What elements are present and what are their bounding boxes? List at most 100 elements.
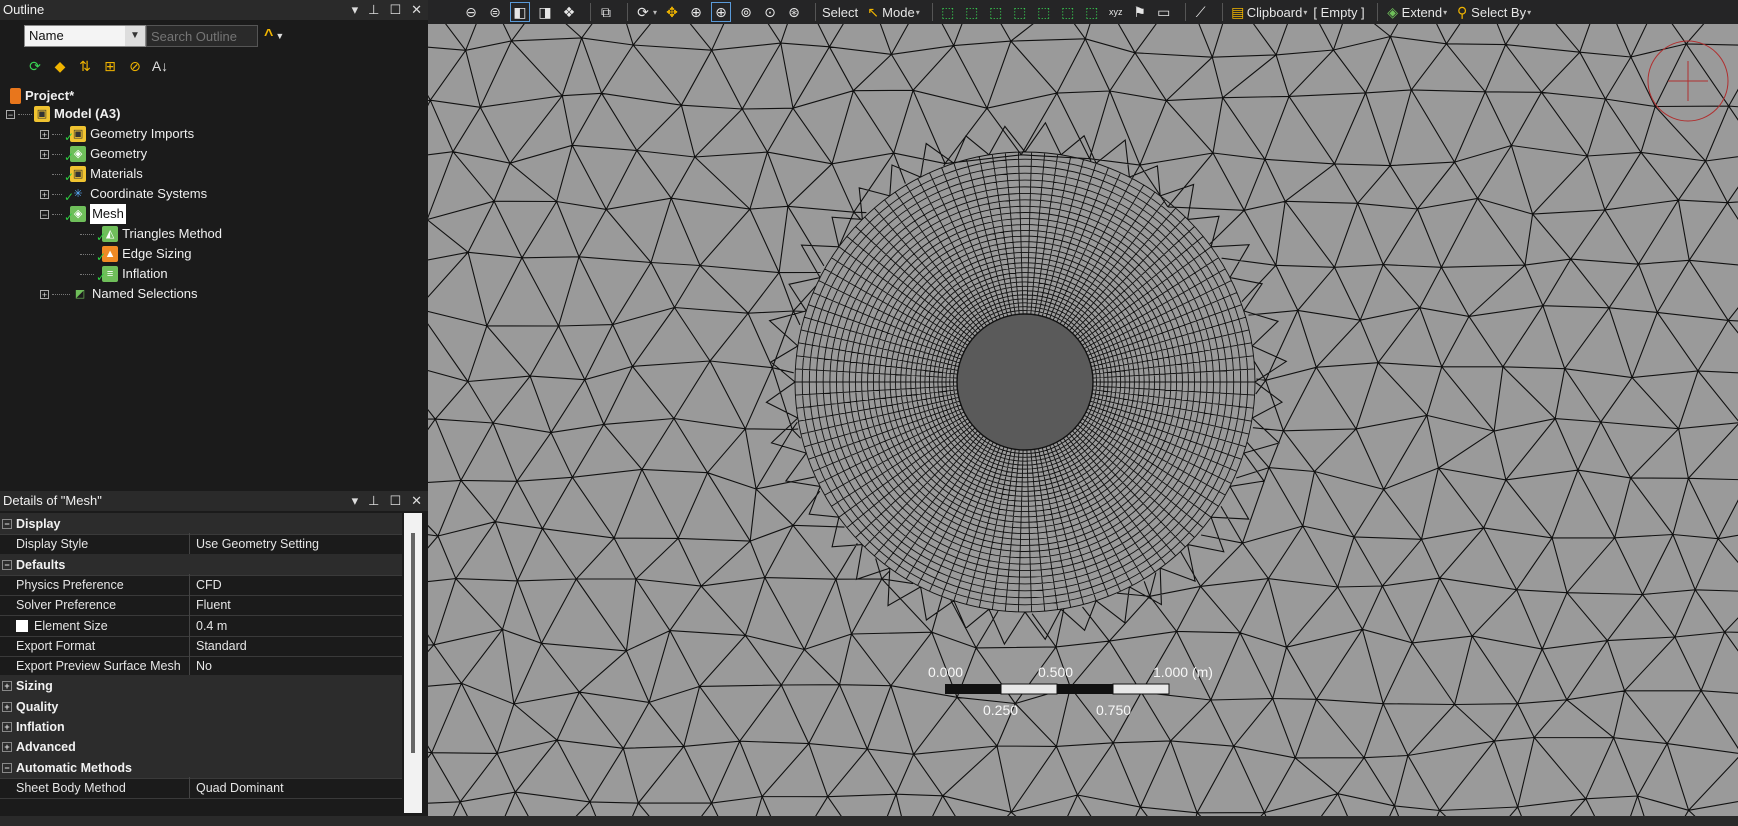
magnifier-icon[interactable]: ⊙ [761, 3, 779, 21]
tree-item-edge-sizing[interactable]: ✓ ▲ Edge Sizing [80, 244, 191, 264]
maximize-icon[interactable]: ☐ [389, 0, 401, 20]
triangle-mesh [428, 24, 1738, 816]
details-group-quality[interactable]: + Quality [0, 696, 402, 718]
comment-icon[interactable]: ▭ [1155, 3, 1173, 21]
expand-icon[interactable]: + [2, 742, 12, 752]
close-icon[interactable]: ✕ [411, 491, 422, 511]
select-face-icon[interactable]: ⬚ [987, 3, 1005, 21]
details-group-sizing[interactable]: + Sizing [0, 675, 402, 697]
zoom-to-fit-icon[interactable]: ⊚ [737, 3, 755, 21]
panel-menu-dropdown-icon[interactable]: ▾ [352, 491, 359, 511]
details-row-physics-preference[interactable]: Physics Preference CFD [0, 574, 402, 596]
expand-icon[interactable]: + [40, 149, 49, 159]
details-row-solver-preference[interactable]: Solver Preference Fluent [0, 594, 402, 616]
tree-item-named-selections[interactable]: + ◩ Named Selections [40, 284, 198, 304]
clipboard-button[interactable]: ▤ Clipboard ▾ [1229, 3, 1307, 21]
zoom-icon[interactable]: ⊕ [687, 3, 705, 21]
collapse-icon[interactable]: − [2, 560, 12, 570]
details-row-export-format[interactable]: Export Format Standard [0, 635, 402, 657]
search-outline-input[interactable] [146, 25, 258, 47]
select-vertex-icon[interactable]: ⬚ [939, 3, 957, 21]
collapse-icon[interactable]: − [2, 519, 12, 529]
coordinate-select-icon[interactable]: xyz [1107, 3, 1125, 21]
expand-icon[interactable]: + [2, 681, 12, 691]
box-zoom-icon[interactable]: ⊕ [711, 2, 732, 22]
details-group-display[interactable]: − Display [0, 513, 402, 535]
label-icon[interactable]: ⚑ [1131, 3, 1149, 21]
select-edge-icon[interactable]: ⬚ [963, 3, 981, 21]
pin-icon[interactable]: ⊥ [368, 0, 379, 20]
maximize-icon[interactable]: ☐ [389, 491, 401, 511]
tree-item-geometry[interactable]: + ✓ ◈ Geometry [40, 144, 147, 164]
select-element-icon[interactable]: ⬚ [1083, 3, 1101, 21]
select-button[interactable]: Select [822, 5, 858, 20]
collapse-icon[interactable]: − [40, 209, 49, 219]
pan-icon[interactable]: ✥ [663, 3, 681, 21]
details-row-element-size[interactable]: Element Size 0.4 m [0, 615, 402, 637]
graphics-viewport[interactable]: 0.000 0.500 1.000 (m) 0.250 0.750 [428, 24, 1738, 816]
parameter-checkbox[interactable] [16, 619, 28, 632]
details-property-value[interactable]: Fluent [190, 594, 231, 615]
chevron-down-icon[interactable]: ▼ [125, 26, 145, 46]
tree-item-materials[interactable]: ✓ ▣ Materials [52, 164, 143, 184]
select-by-button[interactable]: ⚲ Select By ▾ [1453, 3, 1531, 21]
tree-item-model[interactable]: − ▣ Model (A3) [6, 104, 120, 124]
select-element-face-icon[interactable]: ⬚ [1059, 3, 1077, 21]
details-property-value[interactable]: Standard [190, 635, 247, 656]
tree-item-triangles-method[interactable]: ✓ ◭ Triangles Method [80, 224, 222, 244]
expand-icon[interactable]: + [2, 722, 12, 732]
link-icon[interactable]: ⊘ [126, 57, 144, 75]
display-edges-icon[interactable]: ❖ [560, 3, 578, 21]
expand-icon[interactable]: + [40, 189, 49, 199]
details-row-sheet-body-method[interactable]: Sheet Body Method Quad Dominant [0, 777, 402, 799]
expand-icon[interactable]: + [40, 289, 49, 299]
close-icon[interactable]: ✕ [411, 0, 422, 20]
sort-az-icon[interactable]: A↓ [151, 57, 169, 75]
tree-item-geometry-imports[interactable]: + ✓ ▣ Geometry Imports [40, 124, 194, 144]
details-group-defaults[interactable]: − Defaults [0, 554, 402, 576]
search-options-dropdown-icon[interactable]: ▼ [275, 31, 284, 41]
details-row-export-preview-surface-mesh[interactable]: Export Preview Surface Mesh No [0, 655, 402, 677]
expand-icon[interactable]: + [40, 129, 49, 139]
select-node-icon[interactable]: ⬚ [1035, 3, 1053, 21]
grid-icon[interactable]: ⊞ [101, 57, 119, 75]
wireframe-icon[interactable]: ◨ [536, 3, 554, 21]
tree-item-coordinate-systems[interactable]: + ✓ ✳ Coordinate Systems [40, 184, 207, 204]
details-group-inflation[interactable]: + Inflation [0, 716, 402, 738]
zoom-fit-icon[interactable]: ⊜ [486, 3, 504, 21]
details-property-value[interactable]: No [190, 655, 212, 676]
details-group-automatic-methods[interactable]: − Automatic Methods [0, 757, 402, 779]
details-property-value[interactable]: Use Geometry Setting [190, 533, 319, 554]
details-property-label: Display Style [16, 537, 89, 551]
panel-menu-dropdown-icon[interactable]: ▾ [352, 0, 359, 20]
mode-button[interactable]: ↖ Mode ▾ [864, 3, 919, 21]
refresh-icon[interactable]: ⟳ [26, 57, 44, 75]
select-body-icon[interactable]: ⬚ [1011, 3, 1029, 21]
details-group-advanced[interactable]: + Advanced [0, 736, 402, 758]
collapse-icon[interactable]: − [2, 763, 12, 773]
tree-item-inflation[interactable]: ✓ ≡ Inflation [80, 264, 168, 284]
zoom-out-icon[interactable]: ⊖ [462, 3, 480, 21]
collapse-icon[interactable]: − [6, 109, 15, 119]
mesh-canvas[interactable] [428, 24, 1738, 816]
cylinder-body[interactable] [956, 313, 1094, 451]
view-toggle-icon[interactable]: ⧉ [597, 3, 615, 21]
pin-icon[interactable]: ⊥ [368, 491, 379, 511]
solid-view-icon[interactable]: ◧ [510, 2, 530, 22]
sort-icon[interactable]: ⇅ [76, 57, 94, 75]
tree-item-mesh[interactable]: − ✓ ◈ Mesh [40, 204, 126, 224]
details-property-value[interactable]: 0.4 m [190, 615, 227, 636]
details-scrollbar[interactable] [404, 513, 422, 813]
filter-select[interactable]: Name ▼ [24, 25, 146, 47]
rotate-icon[interactable]: ⟳ ▾ [634, 3, 657, 21]
expand-icon[interactable]: + [2, 702, 12, 712]
tree-item-project[interactable]: Project* [10, 86, 74, 106]
previous-view-icon[interactable]: ⊛ [785, 3, 803, 21]
eraser-icon[interactable]: ◆ [51, 57, 69, 75]
details-property-value[interactable]: CFD [190, 574, 222, 595]
details-row-display-style[interactable]: Display Style Use Geometry Setting [0, 533, 402, 555]
extend-button[interactable]: ◈ Extend ▾ [1384, 3, 1447, 21]
search-previous-icon[interactable]: ^ [264, 27, 273, 45]
chart-icon[interactable]: ⟋ [1192, 3, 1210, 21]
details-property-value[interactable]: Quad Dominant [190, 777, 284, 798]
